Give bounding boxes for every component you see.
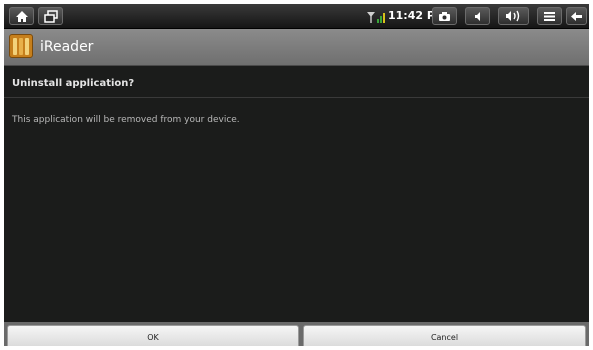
ireader-books-icon — [9, 34, 33, 58]
volume-down-icon — [472, 11, 484, 22]
camera-button[interactable] — [432, 7, 457, 25]
cancel-button[interactable]: Cancel — [303, 325, 586, 346]
dialog-message: This application will be removed from yo… — [12, 115, 240, 125]
menu-button[interactable] — [537, 7, 562, 25]
ok-button[interactable]: OK — [7, 325, 299, 346]
dialog-divider — [4, 97, 589, 98]
recent-apps-icon — [43, 9, 58, 23]
home-icon — [15, 10, 29, 23]
status-bar: 11:42 PM — [4, 4, 589, 29]
volume-down-button[interactable] — [465, 7, 490, 25]
menu-icon — [543, 11, 556, 22]
home-button[interactable] — [9, 7, 34, 25]
back-button[interactable] — [566, 7, 587, 25]
dialog-heading: Uninstall application? — [12, 78, 135, 89]
volume-up-button[interactable] — [498, 7, 529, 25]
volume-up-icon — [505, 10, 523, 22]
app-title-bar: iReader — [4, 29, 589, 66]
dialog-button-bar: OK Cancel — [4, 322, 589, 346]
back-icon — [570, 11, 583, 22]
recent-apps-button[interactable] — [38, 7, 63, 25]
camera-icon — [438, 11, 451, 22]
app-title: iReader — [40, 39, 94, 55]
device-screen: 11:42 PM iReader Uninstall application? … — [4, 4, 589, 346]
signal-icon — [366, 9, 388, 23]
